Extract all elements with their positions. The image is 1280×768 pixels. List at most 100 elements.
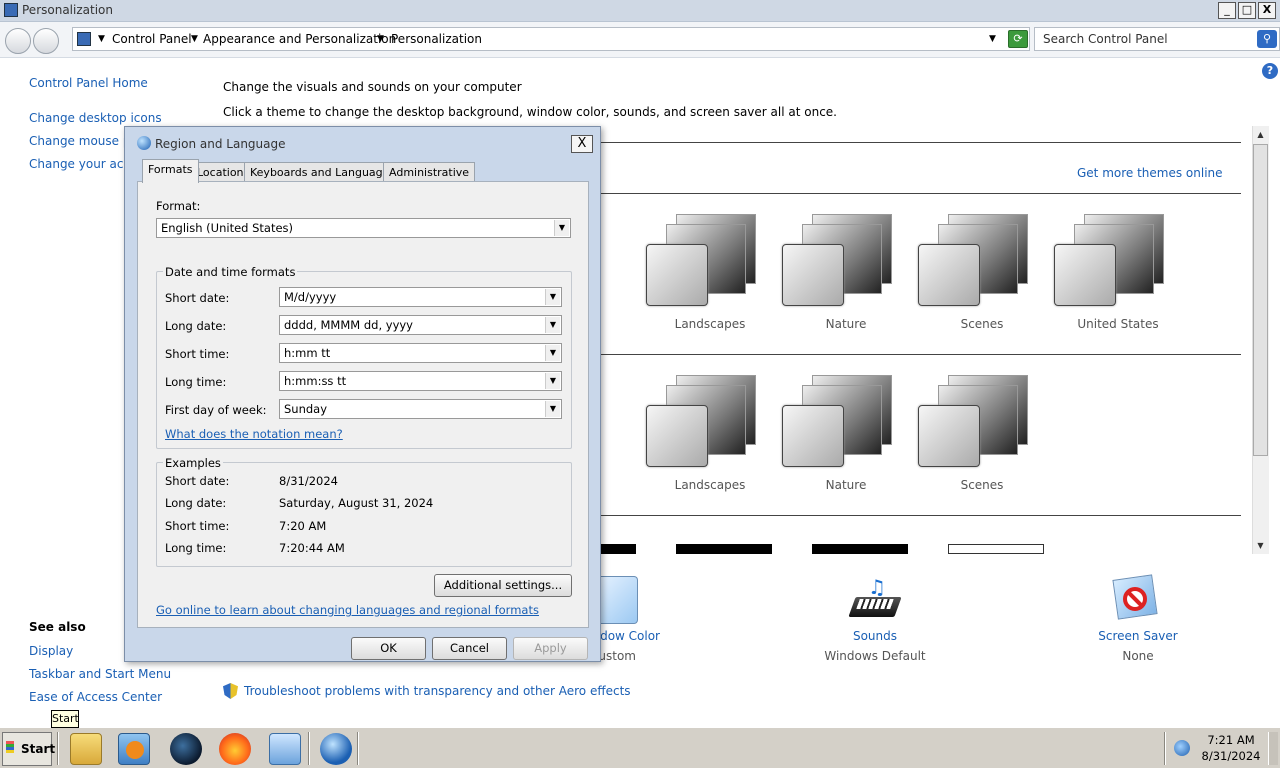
chevron-down-icon[interactable]: ▼ [545, 345, 560, 361]
short-date-label: Short date: [165, 291, 230, 305]
window-titlebar: Personalization _ □ X [0, 0, 1280, 22]
window-title: Personalization [22, 3, 113, 17]
chevron-down-icon[interactable]: ▼ [545, 317, 560, 333]
show-desktop-button[interactable] [1268, 732, 1278, 765]
divider [600, 142, 1241, 143]
chevron-down-icon[interactable]: ▼ [545, 401, 560, 417]
example-long-date-label: Long date: [165, 496, 227, 510]
window-color-value: Custom [600, 649, 636, 663]
cancel-button[interactable]: Cancel [432, 637, 507, 660]
scroll-up-icon[interactable]: ▲ [1253, 127, 1268, 142]
file-explorer-icon[interactable] [70, 733, 102, 765]
apply-button[interactable]: Apply [513, 637, 588, 660]
sounds-link[interactable]: Sounds [835, 629, 915, 643]
windows-logo-icon [6, 741, 14, 753]
short-time-dropdown[interactable]: h:mm tt ▼ [279, 343, 562, 363]
theme-thumbnail-partial[interactable] [948, 544, 1044, 554]
theme-scenes-thumbnail[interactable] [918, 212, 1038, 312]
search-icon[interactable]: ⚲ [1257, 30, 1277, 48]
theme-label: Landscapes [674, 478, 746, 492]
format-dropdown[interactable]: English (United States) ▼ [156, 218, 571, 238]
theme-landscapes-thumbnail[interactable] [646, 212, 766, 312]
breadcrumb-appearance[interactable]: Appearance and Personalization [203, 32, 396, 46]
theme-scenes-thumbnail[interactable] [918, 373, 1038, 473]
back-button[interactable] [5, 28, 31, 54]
ease-of-access-link[interactable]: Ease of Access Center [29, 690, 162, 704]
display-link[interactable]: Display [29, 644, 73, 658]
taskbar-clock[interactable]: 7:21 AM 8/31/2024 [1196, 732, 1266, 764]
theme-thumbnail-partial[interactable] [600, 544, 636, 554]
network-icon[interactable] [1174, 740, 1190, 756]
window-color-link[interactable]: Window Color [600, 629, 660, 643]
breadcrumb-chevron-icon[interactable]: ▼ [98, 34, 105, 44]
get-more-themes-link[interactable]: Get more themes online [1077, 166, 1223, 180]
taskbar-separator [57, 732, 59, 765]
online-languages-link[interactable]: Go online to learn about changing langua… [156, 603, 539, 617]
clock-date: 8/31/2024 [1201, 749, 1261, 763]
long-date-dropdown[interactable]: dddd, MMMM dd, yyyy ▼ [279, 315, 562, 335]
tab-location[interactable]: Location [191, 162, 250, 182]
screen-saver-value: None [1122, 649, 1154, 663]
troubleshoot-aero-link[interactable]: Troubleshoot problems with transparency … [244, 684, 631, 698]
maximize-button[interactable]: □ [1238, 2, 1256, 19]
theme-label: Scenes [960, 317, 1004, 331]
theme-nature-thumbnail[interactable] [782, 373, 902, 473]
formats-panel: Format: English (United States) ▼ Date a… [137, 181, 589, 628]
control-panel-taskbar-icon[interactable] [269, 733, 301, 765]
address-bar[interactable]: ▼ Control Panel ▼ Appearance and Persona… [72, 27, 1030, 51]
theme-landscapes-thumbnail[interactable] [646, 373, 766, 473]
change-desktop-icons-link[interactable]: Change desktop icons [29, 111, 162, 125]
format-label: Format: [156, 199, 201, 213]
chevron-down-icon[interactable]: ▼ [545, 373, 560, 389]
sounds-value: Windows Default [824, 649, 926, 663]
theme-thumbnail-partial[interactable] [812, 544, 908, 554]
additional-settings-button[interactable]: Additional settings... [434, 574, 572, 597]
taskbar: Start 7:21 AM 8/31/2024 [0, 727, 1280, 768]
forward-button[interactable] [33, 28, 59, 54]
chevron-down-icon[interactable]: ▼ [554, 220, 569, 236]
control-panel-icon [77, 32, 91, 46]
theme-united-states-thumbnail[interactable] [1054, 212, 1174, 312]
breadcrumb-personalization[interactable]: Personalization [391, 32, 482, 46]
theme-label: Nature [825, 317, 867, 331]
screen-saver-icon[interactable] [1112, 574, 1163, 625]
search-input[interactable]: Search Control Panel ⚲ [1034, 27, 1280, 51]
minimize-button[interactable]: _ [1218, 2, 1236, 19]
scroll-down-icon[interactable]: ▼ [1253, 538, 1268, 553]
tab-formats[interactable]: Formats [142, 159, 199, 183]
first-day-of-week-value: Sunday [284, 402, 328, 416]
sounds-icon[interactable]: ♫ [848, 575, 902, 625]
scrollbar-thumb[interactable] [1253, 144, 1268, 456]
notation-help-link[interactable]: What does the notation mean? [165, 427, 343, 441]
breadcrumb-chevron-icon[interactable]: ▼ [191, 34, 198, 44]
tab-keyboards-languages[interactable]: Keyboards and Languages [244, 162, 402, 182]
breadcrumb-chevron-icon[interactable]: ▼ [377, 34, 384, 44]
tab-administrative[interactable]: Administrative [383, 162, 476, 182]
first-day-of-week-label: First day of week: [165, 403, 267, 417]
first-day-of-week-dropdown[interactable]: Sunday ▼ [279, 399, 562, 419]
theme-label: Landscapes [674, 317, 746, 331]
window-color-icon[interactable] [600, 576, 638, 624]
firefox-icon[interactable] [219, 733, 251, 765]
divider [600, 193, 1241, 194]
short-date-dropdown[interactable]: M/d/yyyy ▼ [279, 287, 562, 307]
address-dropdown-icon[interactable]: ▼ [989, 34, 996, 44]
globe-app-icon[interactable] [170, 733, 202, 765]
short-time-value: h:mm tt [284, 346, 331, 360]
long-time-dropdown[interactable]: h:mm:ss tt ▼ [279, 371, 562, 391]
help-icon[interactable]: ? [1262, 63, 1278, 79]
theme-nature-thumbnail[interactable] [782, 212, 902, 312]
breadcrumb-control-panel[interactable]: Control Panel [112, 32, 192, 46]
theme-label: Scenes [960, 478, 1004, 492]
media-player-icon[interactable] [118, 733, 150, 765]
theme-thumbnail-partial[interactable] [676, 544, 772, 554]
screen-saver-link[interactable]: Screen Saver [1088, 629, 1188, 643]
chevron-down-icon[interactable]: ▼ [545, 289, 560, 305]
region-language-taskbar-icon[interactable] [320, 733, 352, 765]
close-button[interactable]: X [1258, 2, 1276, 19]
dialog-close-button[interactable]: X [571, 135, 593, 153]
refresh-button[interactable]: ⟳ [1008, 30, 1028, 48]
control-panel-home-link[interactable]: Control Panel Home [29, 76, 148, 90]
ok-button[interactable]: OK [351, 637, 426, 660]
taskbar-start-menu-link[interactable]: Taskbar and Start Menu [29, 667, 171, 681]
